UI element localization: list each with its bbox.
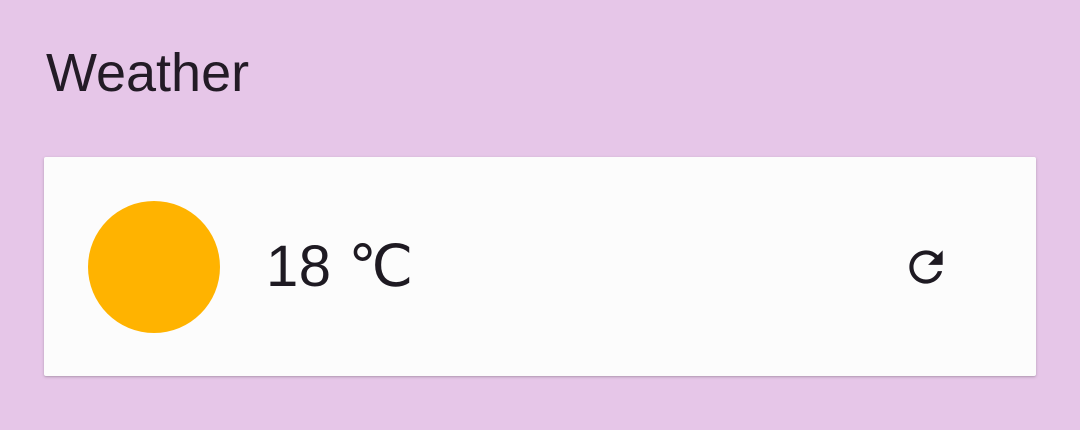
page-title: Weather [46,43,250,103]
sun-icon [88,201,220,333]
refresh-icon [901,242,951,292]
temperature-value: 18 ℃ [266,234,414,299]
weather-card: 18 ℃ [44,157,1036,376]
refresh-button[interactable] [884,225,968,309]
